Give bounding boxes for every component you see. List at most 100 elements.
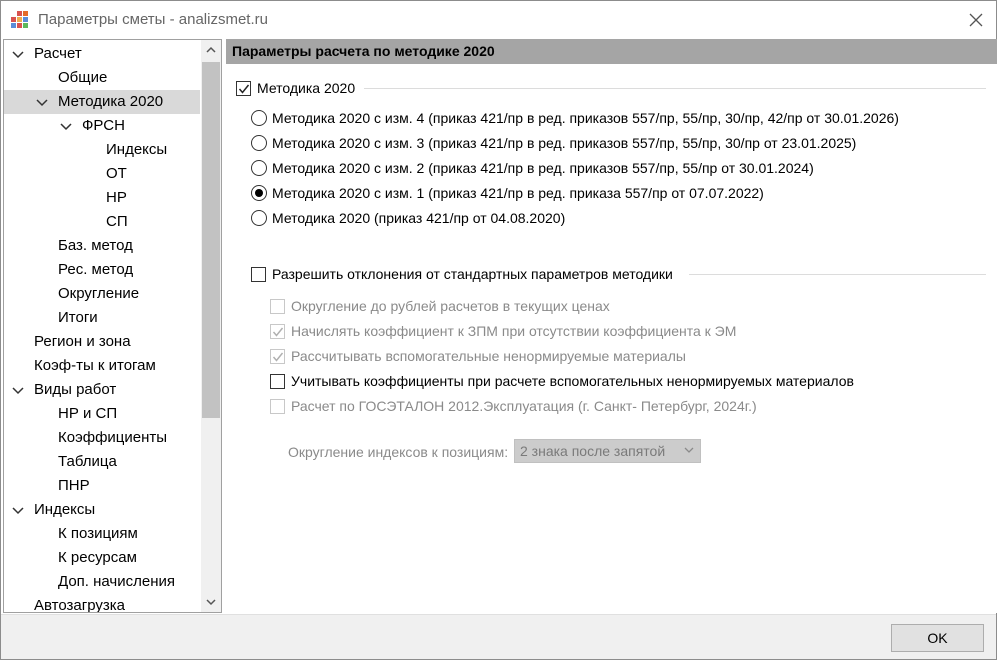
- checkmark-icon: [272, 352, 284, 362]
- allow-deviation-checkbox[interactable]: [251, 267, 266, 282]
- methodology-radio-label: Методика 2020 (приказ 421/пр от 04.08.20…: [272, 210, 566, 226]
- tree-item[interactable]: Индексы: [4, 498, 200, 522]
- scroll-up-button[interactable]: [201, 40, 221, 60]
- tree-item-label: Таблица: [58, 453, 117, 470]
- tree-item[interactable]: К ресурсам: [4, 546, 200, 570]
- title-bar: Параметры сметы - analizsmet.ru: [1, 1, 996, 39]
- tree-item-label: Расчет: [34, 45, 82, 62]
- methodology-radio-label: Методика 2020 с изм. 1 (приказ 421/пр в …: [272, 185, 764, 201]
- tree-item-label: Индексы: [34, 501, 96, 518]
- methodology-2020-checkbox[interactable]: [236, 81, 251, 96]
- dialog-footer: OK: [1, 614, 996, 659]
- methodology-radio-label: Методика 2020 с изм. 4 (приказ 421/пр в …: [272, 110, 899, 126]
- methodology-radio[interactable]: [251, 185, 267, 201]
- tree-item[interactable]: ФРСН: [4, 114, 200, 138]
- tree-item[interactable]: Индексы: [4, 138, 200, 162]
- option-checkbox[interactable]: [270, 374, 285, 389]
- settings-content: Параметры расчета по методике 2020 Метод…: [226, 39, 997, 613]
- option-checkbox[interactable]: [270, 349, 285, 364]
- rounding-label: Округление индексов к позициям:: [288, 444, 509, 460]
- tree-item-label: НР и СП: [58, 405, 118, 422]
- tree-item-label: Округление: [58, 285, 140, 302]
- tree-item[interactable]: Коэф-ты к итогам: [4, 354, 200, 378]
- radio-dot: [255, 189, 263, 197]
- methodology-radio[interactable]: [251, 160, 267, 176]
- chevron-down-icon[interactable]: [10, 382, 26, 398]
- tree-item-label: Общие: [58, 69, 108, 86]
- close-icon: [969, 13, 983, 27]
- methodology-2020-label: Методика 2020: [257, 80, 356, 96]
- option-checkbox[interactable]: [270, 299, 285, 314]
- tree-item[interactable]: Регион и зона: [4, 330, 200, 354]
- tree-item-label: ФРСН: [82, 117, 125, 134]
- scroll-down-button[interactable]: [201, 592, 221, 612]
- tree-item[interactable]: К позициям: [4, 522, 200, 546]
- tree-item-label: ОТ: [106, 165, 127, 182]
- allow-deviation-label: Разрешить отклонения от стандартных пара…: [272, 266, 673, 282]
- option-checkbox[interactable]: [270, 399, 285, 414]
- option-label: Начислять коэффициент к ЗПМ при отсутств…: [291, 323, 737, 339]
- tree-item[interactable]: Методика 2020: [4, 90, 200, 114]
- option-label: Учитывать коэффициенты при расчете вспом…: [291, 373, 854, 389]
- window-title: Параметры сметы - analizsmet.ru: [38, 11, 268, 28]
- tree-item[interactable]: ОТ: [4, 162, 200, 186]
- chevron-up-icon: [206, 46, 216, 53]
- tree-item-label: Виды работ: [34, 381, 117, 398]
- tree-scrollbar[interactable]: [201, 40, 221, 612]
- group-divider: [689, 274, 986, 275]
- methodology-radio-label: Методика 2020 с изм. 3 (приказ 421/пр в …: [272, 135, 857, 151]
- rounding-select[interactable]: 2 знака после запятой: [514, 439, 701, 463]
- option-label: Рассчитывать вспомогательные ненормируем…: [291, 348, 686, 364]
- tree-item-label: Методика 2020: [58, 93, 164, 110]
- checkmark-icon: [238, 84, 250, 94]
- tree-item[interactable]: Доп. начисления: [4, 570, 200, 594]
- tree-item-label: Итоги: [58, 309, 98, 326]
- option-label: Расчет по ГОСЭТАЛОН 2012.Эксплуатация (г…: [291, 398, 757, 414]
- tree-item[interactable]: Округление: [4, 282, 200, 306]
- tree-item[interactable]: Итоги: [4, 306, 200, 330]
- tree-item-label: Рес. метод: [58, 261, 134, 278]
- tree-item-label: Коэф-ты к итогам: [34, 357, 156, 374]
- tree-item-label: СП: [106, 213, 128, 230]
- chevron-down-icon[interactable]: [34, 94, 50, 110]
- methodology-radio[interactable]: [251, 210, 267, 226]
- methodology-radio[interactable]: [251, 110, 267, 126]
- tree-item-label: Баз. метод: [58, 237, 133, 254]
- chevron-down-icon: [206, 599, 216, 606]
- tree-item[interactable]: Автозагрузка: [4, 594, 200, 613]
- tree-item-label: НР: [106, 189, 127, 206]
- chevron-down-icon[interactable]: [10, 46, 26, 62]
- tree-item[interactable]: Виды работ: [4, 378, 200, 402]
- tree-item-label: Автозагрузка: [34, 597, 125, 613]
- checkmark-icon: [272, 327, 284, 337]
- chevron-down-icon[interactable]: [10, 502, 26, 518]
- chevron-down-icon[interactable]: [58, 118, 74, 134]
- tree-item[interactable]: Баз. метод: [4, 234, 200, 258]
- close-button[interactable]: [957, 5, 995, 35]
- settings-tree: Расчет Общие Методика 2020 ФРСН Индексы ОТ НР С…: [3, 39, 222, 613]
- tree-item[interactable]: Коэффициенты: [4, 426, 200, 450]
- tree-item[interactable]: Таблица: [4, 450, 200, 474]
- tree-item-label: Индексы: [106, 141, 168, 158]
- tree-item-label: К ресурсам: [58, 549, 137, 566]
- section-header: Параметры расчета по методике 2020: [226, 39, 997, 64]
- tree-item[interactable]: Рес. метод: [4, 258, 200, 282]
- ok-button[interactable]: OK: [891, 624, 984, 652]
- tree-item[interactable]: ПНР: [4, 474, 200, 498]
- chevron-down-icon: [684, 447, 694, 453]
- tree-item-label: ПНР: [58, 477, 90, 494]
- tree-scroll-thumb[interactable]: [202, 62, 220, 418]
- option-checkbox[interactable]: [270, 324, 285, 339]
- tree-item[interactable]: НР: [4, 186, 200, 210]
- dialog-window: Параметры сметы - analizsmet.ru Расчет Об…: [0, 0, 997, 660]
- tree-item-label: Коэффициенты: [58, 429, 168, 446]
- tree-item[interactable]: Расчет: [4, 42, 200, 66]
- tree-item-label: К позициям: [58, 525, 138, 542]
- table-app-icon: [11, 11, 29, 29]
- methodology-radio[interactable]: [251, 135, 267, 151]
- rounding-select-value: 2 знака после запятой: [520, 443, 666, 459]
- group-divider: [364, 88, 986, 89]
- tree-item[interactable]: НР и СП: [4, 402, 200, 426]
- tree-item[interactable]: Общие: [4, 66, 200, 90]
- tree-item[interactable]: СП: [4, 210, 200, 234]
